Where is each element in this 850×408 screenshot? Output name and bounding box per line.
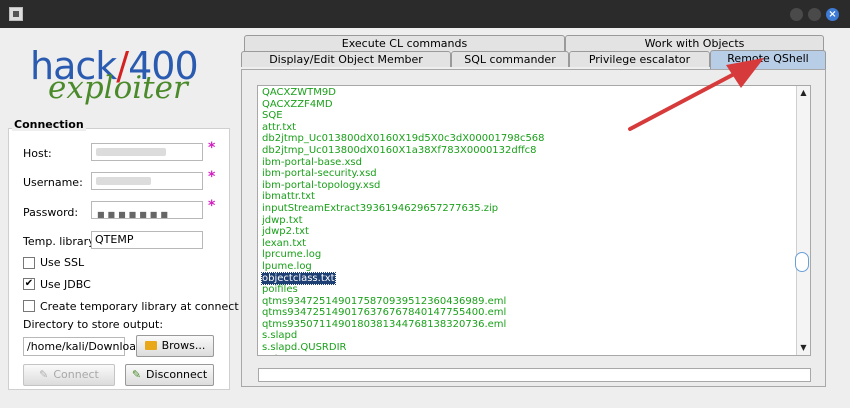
list-item[interactable]: QACXZZF4MD — [262, 99, 798, 111]
disconnect-button[interactable]: ✎ Disconnect — [125, 364, 214, 386]
required-mark: * — [208, 198, 216, 214]
use-jdbc-label: Use JDBC — [40, 278, 91, 291]
list-item[interactable]: qtms935071149018038134476813832073​6.eml — [262, 319, 798, 331]
required-mark: * — [208, 169, 216, 185]
list-item[interactable]: ibm-portal-base.xsd — [262, 157, 798, 169]
use-ssl-label: Use SSL — [40, 256, 85, 269]
list-item[interactable]: poifiles — [262, 284, 798, 296]
host-label: Host: — [23, 147, 52, 160]
list-item[interactable]: ibm-portal-security.xsd — [262, 168, 798, 180]
window-titlebar: × — [0, 0, 850, 28]
create-temp-library-checkbox[interactable] — [23, 300, 35, 312]
list-item[interactable]: QACXZWTM9D — [262, 87, 798, 99]
temp-library-label: Temp. library: — [23, 235, 98, 248]
list-item[interactable]: jdwp.txt — [262, 215, 798, 227]
list-item[interactable]: attr.txt — [262, 122, 798, 134]
close-button[interactable]: × — [826, 8, 839, 21]
file-list-items: QACXZWTM9D QACXZZF4MD SQE attr.txt db2jtmp_U… — [261, 87, 798, 355]
list-item[interactable]: ibm-portal-topology.xsd — [262, 180, 798, 192]
list-item[interactable]: s.slapd — [262, 330, 798, 342]
app-icon — [9, 7, 23, 21]
tab-display-edit-object-member[interactable]: Display/Edit Object Member — [241, 51, 451, 67]
tab-remote-qshell[interactable]: Remote QShell — [710, 50, 826, 69]
unplug-icon: ✎ — [131, 368, 142, 381]
connection-title: Connection — [12, 118, 86, 131]
redacted-value — [96, 177, 151, 185]
required-mark: * — [208, 140, 216, 156]
list-item[interactable]: objectclass.txt — [261, 271, 798, 285]
tab-privilege-escalator[interactable]: Privilege escalator — [569, 51, 710, 67]
list-item[interactable]: ibmattr.txt — [262, 191, 798, 203]
minimize-button[interactable] — [790, 8, 803, 21]
command-input[interactable] — [258, 368, 811, 382]
list-item[interactable]: qtms934725149017587093951236043698​9.eml — [262, 296, 798, 308]
tab-work-with-objects[interactable]: Work with Objects — [565, 35, 824, 51]
tab-execute-cl-commands[interactable]: Execute CL commands — [244, 35, 565, 51]
list-item[interactable]: lexan.txt — [262, 238, 798, 250]
browse-button[interactable]: Brows... — [136, 335, 214, 357]
app-logo: hack/400 exploiter — [30, 44, 199, 106]
output-dir-input[interactable]: /home/kali/Downloac — [23, 337, 142, 356]
password-label: Password: — [23, 206, 79, 219]
scroll-up-icon[interactable]: ▲ — [797, 87, 810, 99]
list-item[interactable]: lpume.log — [262, 261, 798, 273]
output-dir-label: Directory to store output: — [23, 318, 164, 331]
create-temp-library-label: Create temporary library at connect — [40, 300, 239, 313]
list-item[interactable]: stderr2312060853279 — [262, 354, 798, 355]
file-list[interactable]: QACXZWTM9D QACXZZF4MD SQE attr.txt db2jtmp_U… — [257, 85, 811, 356]
list-item[interactable]: lprcume.log — [262, 249, 798, 261]
list-item[interactable]: db2jtmp_Uc013800dX0160X19d5X0c3dX0000179… — [262, 133, 798, 145]
host-input[interactable] — [91, 143, 203, 161]
username-input[interactable] — [91, 172, 203, 190]
redacted-value — [96, 148, 166, 156]
list-item[interactable]: db2jtmp_Uc013800dX0160X1a38Xf783X0000132… — [262, 145, 798, 157]
list-item[interactable]: inputStreamExtract3936194629657277635.zi… — [262, 203, 798, 215]
maximize-button[interactable] — [808, 8, 821, 21]
use-jdbc-checkbox[interactable]: ✔ — [23, 278, 35, 290]
list-item[interactable]: jdwp2.txt — [262, 226, 798, 238]
folder-icon — [144, 340, 157, 350]
scroll-thumb[interactable] — [795, 252, 809, 272]
tab-sql-commander[interactable]: SQL commander — [451, 51, 569, 67]
connect-button[interactable]: ✎ Connect — [23, 364, 115, 386]
vertical-scrollbar[interactable]: ▲ ▼ — [795, 86, 810, 355]
username-label: Username: — [23, 176, 83, 189]
list-item[interactable]: SQE — [262, 110, 798, 122]
use-ssl-checkbox[interactable] — [23, 257, 35, 269]
list-item[interactable]: qtms934725149017637676784014775540​0.eml — [262, 307, 798, 319]
plug-icon: ✎ — [39, 368, 49, 381]
list-item[interactable]: s.slapd.QUSRDIR — [262, 342, 798, 354]
temp-library-input[interactable]: QTEMP — [91, 231, 203, 249]
password-input[interactable]: ■■■■■■■ — [91, 201, 203, 219]
scroll-down-icon[interactable]: ▼ — [797, 342, 810, 354]
